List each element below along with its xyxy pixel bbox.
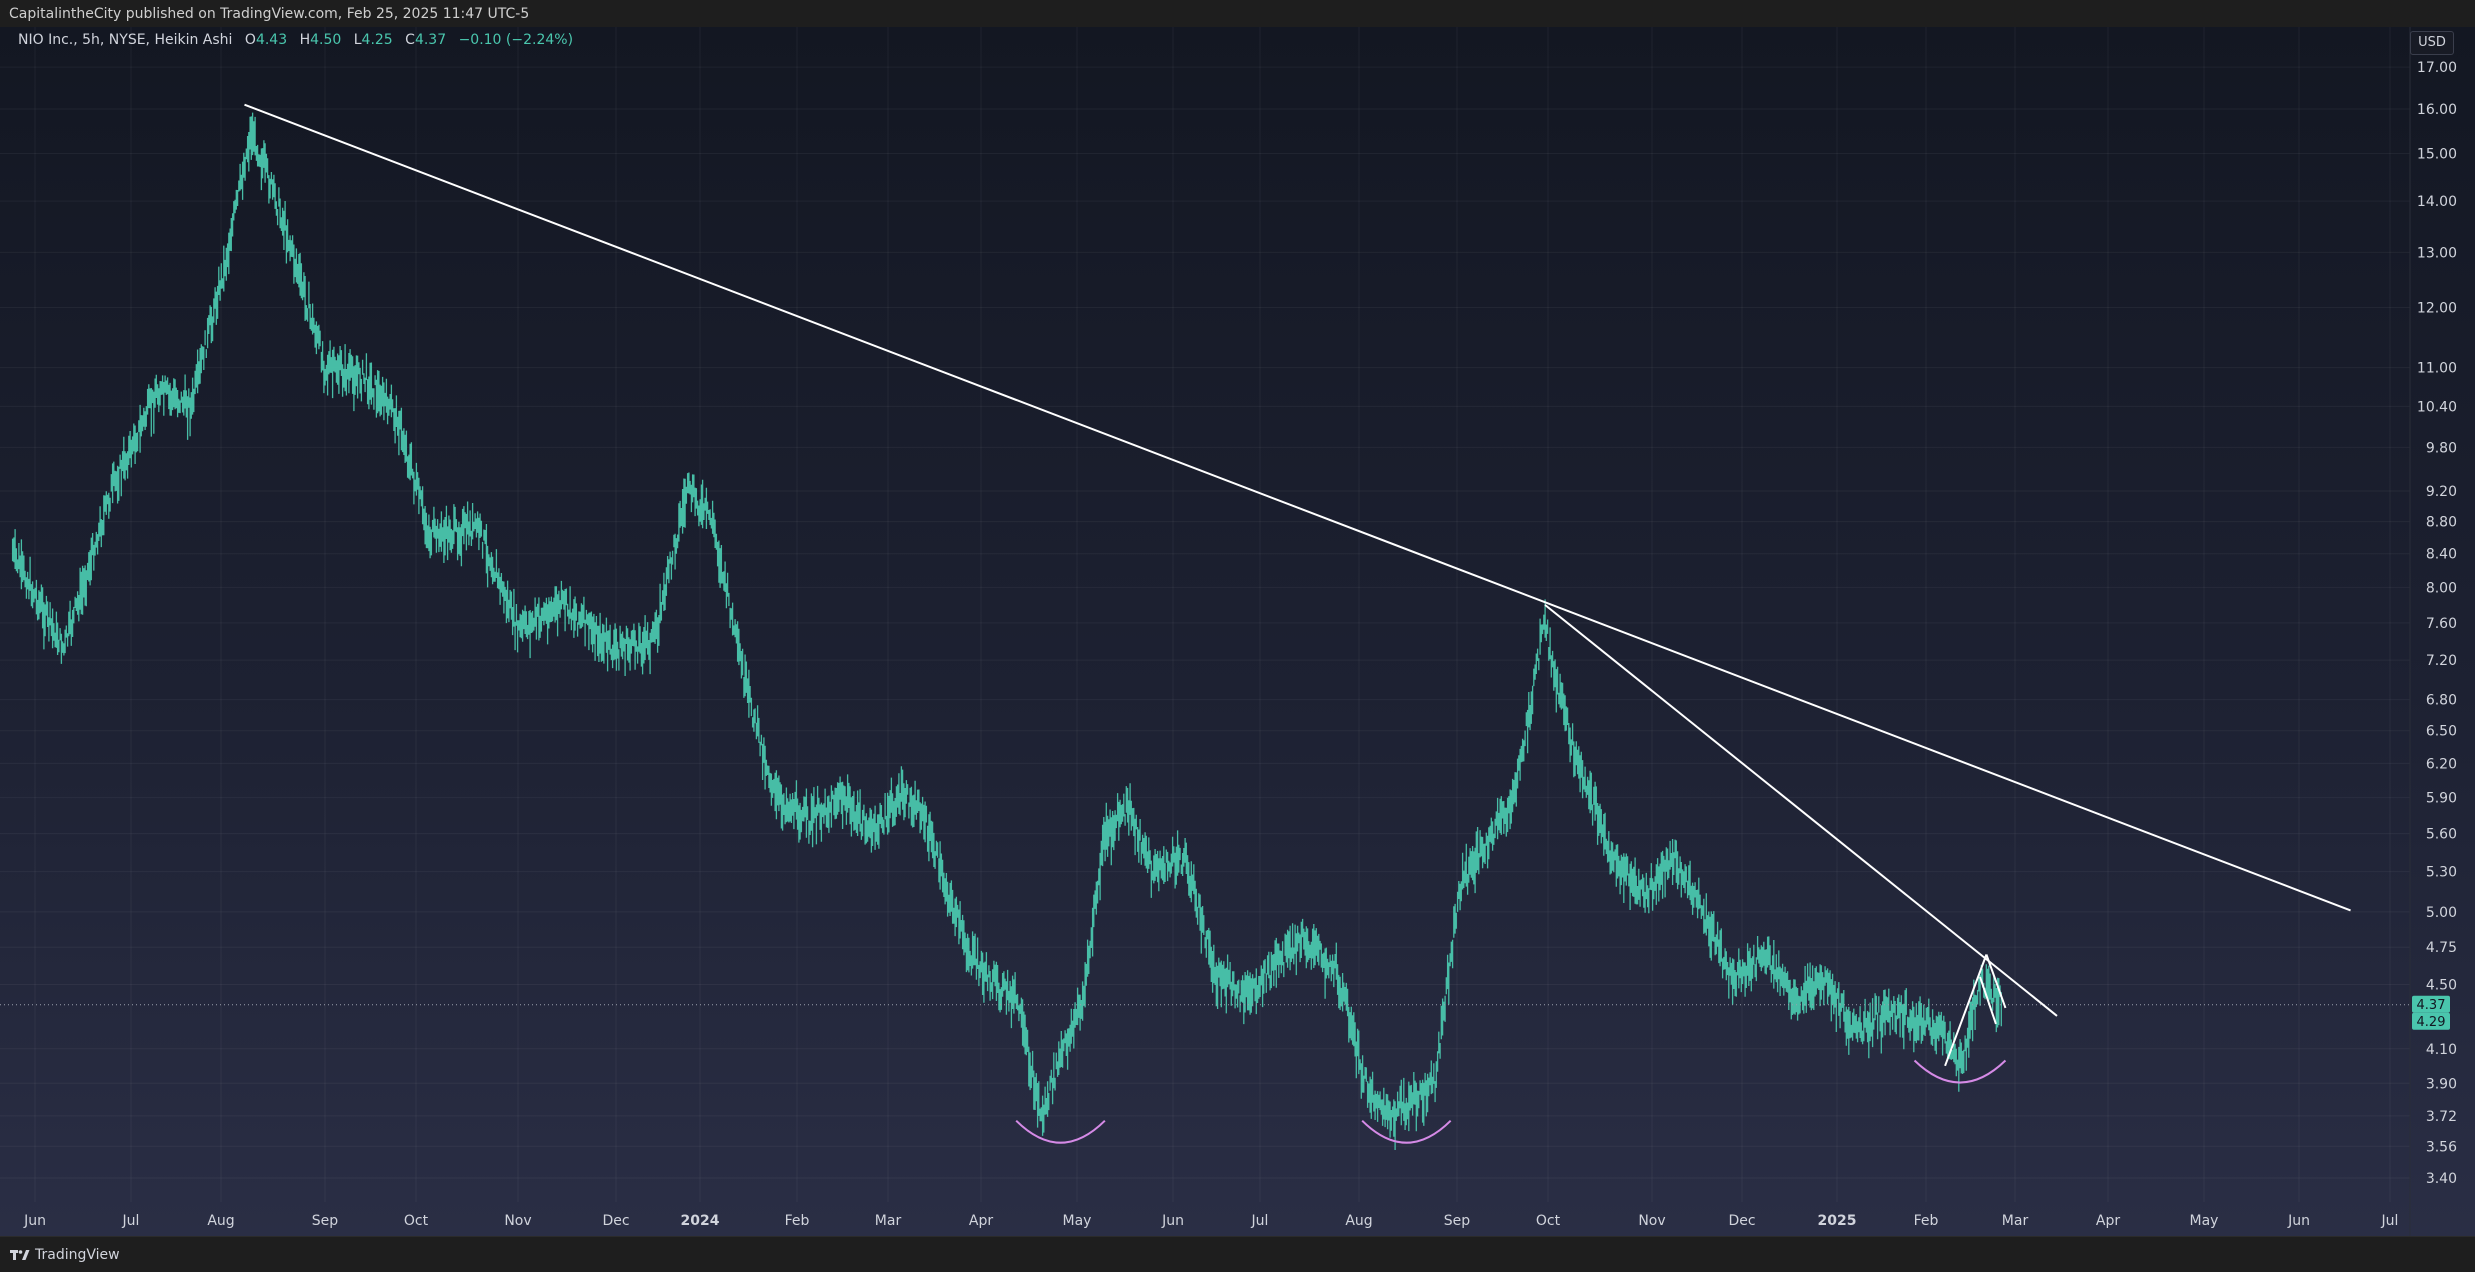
trendline-1 xyxy=(244,103,2351,912)
time-tick-label: Jun xyxy=(1161,1213,1184,1229)
close-label: C xyxy=(405,32,415,48)
time-tick-label: Feb xyxy=(785,1213,810,1229)
price-tick-label: 8.40 xyxy=(2426,547,2457,563)
price-tick-label: 5.30 xyxy=(2426,865,2457,881)
attribution-text: CapitalintheCity published on TradingVie… xyxy=(9,6,530,22)
open-value: 4.43 xyxy=(255,32,288,48)
price-tick-label: 7.60 xyxy=(2426,616,2457,632)
price-chart[interactable]: 17.00 16.00 15.00 14.00 13.00 12.00 11.00 10.40… xyxy=(0,27,2475,1236)
price-tick-label: 9.80 xyxy=(2426,440,2457,456)
price-tick-label: 11.00 xyxy=(2417,361,2457,377)
price-tick-label: 16.00 xyxy=(2417,102,2457,118)
time-tick-label: Mar xyxy=(2002,1213,2029,1229)
time-tick-label: Aug xyxy=(1345,1213,1372,1229)
high-value: 4.50 xyxy=(310,32,342,48)
price-tick-label: 14.00 xyxy=(2417,194,2457,210)
secondary-price-tag: 4.29 xyxy=(2412,1012,2450,1030)
time-tick-label: 2025 xyxy=(1818,1213,1857,1229)
time-tick-label: Jun xyxy=(2287,1213,2310,1229)
price-tick-label: 15.00 xyxy=(2417,147,2457,163)
price-tick-label: 6.20 xyxy=(2426,756,2457,772)
time-tick-label: Jul xyxy=(2381,1213,2399,1229)
time-tick-label: 2024 xyxy=(681,1213,720,1229)
tradingview-logo-icon xyxy=(10,1250,30,1260)
price-tick-label: 5.60 xyxy=(2426,827,2457,843)
time-tick-label: Sep xyxy=(312,1213,339,1229)
price-tick-label: 5.00 xyxy=(2426,905,2457,921)
price-tick-label: 17.00 xyxy=(2417,60,2457,76)
low-label: L xyxy=(353,32,362,48)
close-value: 4.37 xyxy=(414,32,447,48)
high-label: H xyxy=(299,32,311,48)
time-tick-label: Jun xyxy=(23,1213,46,1229)
time-tick-label: Oct xyxy=(404,1213,429,1229)
price-tick-label: 7.20 xyxy=(2426,653,2457,669)
price-tick-label: 5.90 xyxy=(2426,791,2457,807)
chart-area[interactable]: 17.00 16.00 15.00 14.00 13.00 12.00 11.00 10.40… xyxy=(0,27,2475,1236)
time-tick-label: Nov xyxy=(1638,1213,1665,1229)
time-tick-label: Jul xyxy=(122,1213,140,1229)
time-tick-label: Oct xyxy=(1536,1213,1561,1229)
time-tick-label: Dec xyxy=(1728,1213,1755,1229)
time-tick-label: Feb xyxy=(1914,1213,1939,1229)
price-tick-label: 6.80 xyxy=(2426,693,2457,709)
price-tick-label: 12.00 xyxy=(2417,301,2457,317)
currency-button[interactable]: USD xyxy=(2410,31,2454,55)
trendline-2 xyxy=(1544,604,2058,1017)
current-price-tag-value: 4.37 xyxy=(2417,998,2446,1013)
legend: NIO Inc., 5h, NYSE, Heikin Ashi O4.43 H4… xyxy=(18,32,573,48)
price-tick-label: 4.75 xyxy=(2426,940,2457,956)
time-tick-label: Nov xyxy=(504,1213,531,1229)
price-tick-label: 10.40 xyxy=(2417,399,2457,415)
symbol-label: NIO Inc., 5h, NYSE, Heikin Ashi xyxy=(18,32,233,48)
time-axis: Jun Jul Aug Sep Oct Nov Dec 2024 Feb Mar Apr May Jun… xyxy=(23,1213,2398,1229)
time-tick-label: Apr xyxy=(969,1213,993,1229)
price-tick-label: 3.56 xyxy=(2426,1139,2457,1155)
price-tick-label: 8.80 xyxy=(2426,515,2457,531)
candle-path xyxy=(11,112,2002,1150)
bottom-bar: TradingView xyxy=(0,1236,2475,1272)
price-tick-label: 3.72 xyxy=(2426,1109,2457,1125)
price-tick-label: 13.00 xyxy=(2417,245,2457,261)
time-tick-label: Dec xyxy=(602,1213,629,1229)
time-tick-label: Sep xyxy=(1444,1213,1471,1229)
price-tick-label: 4.10 xyxy=(2426,1042,2457,1058)
open-label: O xyxy=(244,32,256,48)
price-tick-label: 9.20 xyxy=(2426,484,2457,500)
time-tick-label: Mar xyxy=(875,1213,902,1229)
time-tick-label: Apr xyxy=(2096,1213,2120,1229)
top-bar: CapitalintheCity published on TradingVie… xyxy=(0,0,2475,28)
time-tick-label: May xyxy=(1063,1213,1092,1229)
price-tick-label: 4.50 xyxy=(2426,978,2457,994)
price-tick-label: 8.00 xyxy=(2426,580,2457,596)
price-tick-label: 3.40 xyxy=(2426,1171,2457,1187)
brand-label: TradingView xyxy=(35,1247,120,1263)
grid xyxy=(0,27,2410,1202)
current-price-tag: 4.37 xyxy=(2412,995,2450,1013)
low-value: 4.25 xyxy=(361,32,393,48)
price-tick-label: 6.50 xyxy=(2426,724,2457,740)
candle-series xyxy=(11,112,2002,1150)
bottom-arc-1 xyxy=(1015,1120,1106,1144)
time-tick-label: Aug xyxy=(207,1213,234,1229)
time-tick-label: Jul xyxy=(1251,1213,1269,1229)
tradingview-brand[interactable]: TradingView xyxy=(10,1247,120,1263)
secondary-price-tag-value: 4.29 xyxy=(2417,1015,2446,1030)
change-value: −0.10 (−2.24%) xyxy=(458,32,574,48)
price-tick-label: 3.90 xyxy=(2426,1076,2457,1092)
time-tick-label: May xyxy=(2190,1213,2219,1229)
